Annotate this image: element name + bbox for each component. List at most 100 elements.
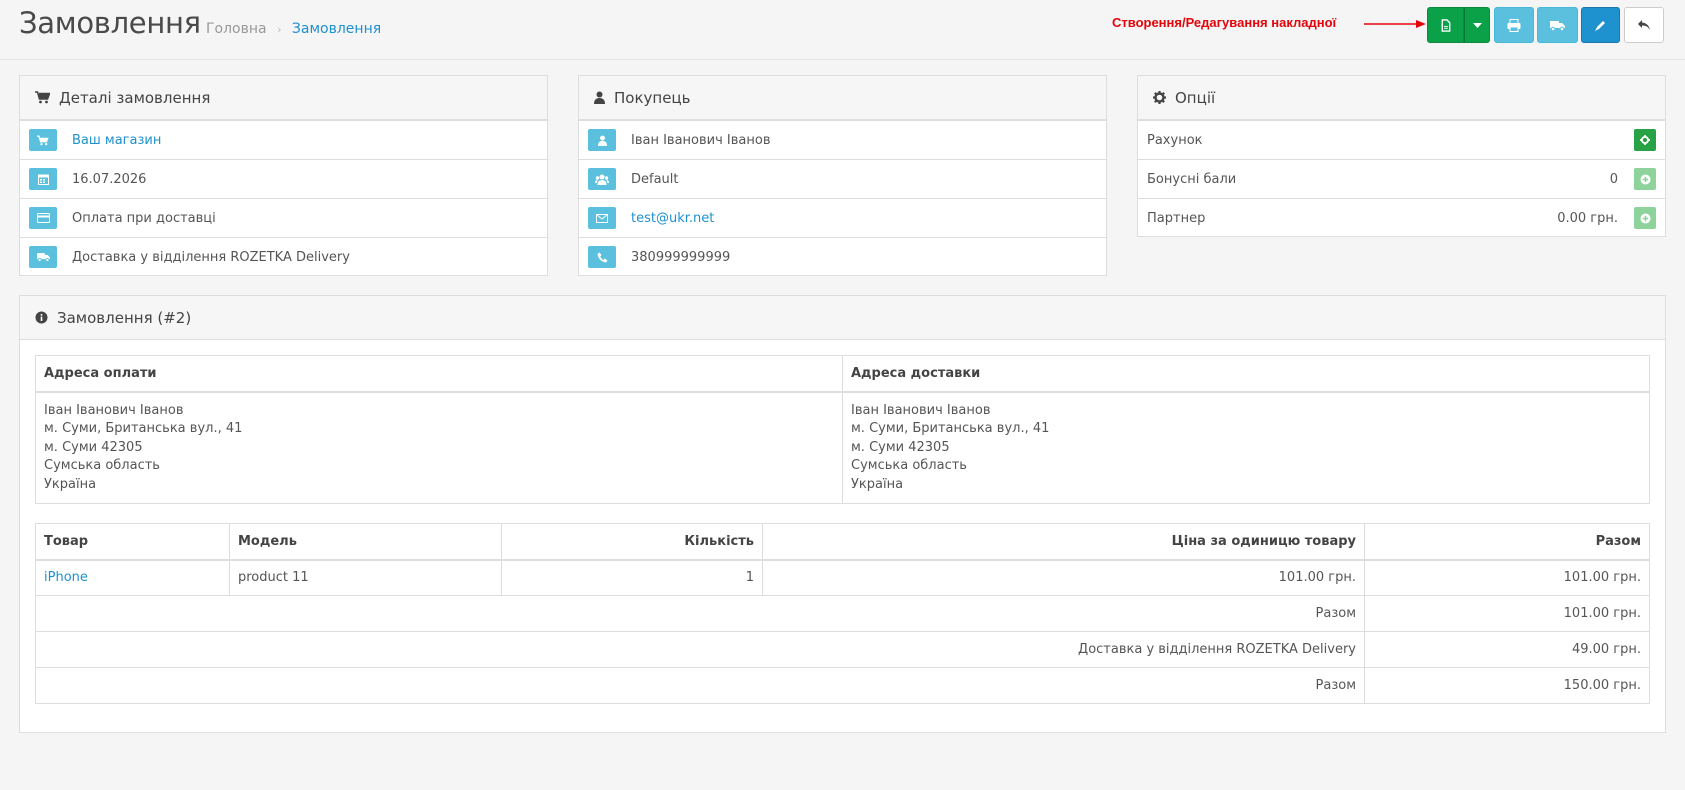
print-invoice-button[interactable]: [1494, 7, 1534, 43]
shipping-address-line: м. Суми 42305: [851, 439, 950, 455]
col-total: Разом: [1364, 523, 1650, 561]
breadcrumb-home[interactable]: Головна: [206, 21, 267, 37]
shipping-row: Доставка у відділення ROZETKA Delivery: [20, 237, 547, 276]
payment-address: Іван Іванович Іванов м. Суми, Британська…: [35, 391, 843, 504]
customer-title: Покупець: [614, 88, 691, 107]
customer-group-row: Default: [579, 159, 1106, 198]
reward-value: 0: [1609, 171, 1618, 187]
payment-address-line: Україна: [44, 476, 97, 492]
invoice-label: Рахунок: [1147, 132, 1203, 148]
payment-address-line: м. Суми 42305: [44, 439, 143, 455]
payment-address-line: Сумська область: [44, 458, 160, 473]
order-details-heading: Деталі замовлення: [20, 76, 547, 120]
reward-row: Бонусні бали 0: [1138, 159, 1665, 198]
total-title: Разом: [35, 667, 1365, 704]
order-body: Адреса оплати Адреса доставки Іван Івано…: [20, 340, 1665, 704]
annotation-label: Створення/Редагування накладної: [1112, 15, 1337, 30]
customer-name-row: Іван Іванович Іванов: [579, 120, 1106, 159]
phone-button[interactable]: [588, 246, 616, 268]
totals-row: Разом 101.00 грн.: [35, 595, 1650, 632]
options-title: Опції: [1175, 88, 1216, 107]
customer-group: Default: [631, 171, 679, 187]
breadcrumb-separator: ›: [277, 23, 282, 36]
store-link[interactable]: Ваш магазин: [72, 133, 161, 148]
phone-icon: [597, 252, 607, 262]
shipping-address-header: Адреса доставки: [842, 355, 1650, 393]
plus-circle-icon: [1640, 174, 1650, 184]
order-panel: Замовлення (#2) Адреса оплати Адреса дос…: [19, 295, 1666, 733]
payment-button[interactable]: [29, 207, 57, 229]
product-quantity: 1: [501, 559, 763, 596]
caret-down-icon: [1472, 22, 1482, 28]
customer-panel: Покупець Іван Іванович Іванов Default te…: [578, 75, 1107, 276]
print-shipping-button[interactable]: [1537, 7, 1578, 43]
generate-invoice-button[interactable]: [1634, 129, 1656, 151]
address-table: Адреса оплати Адреса доставки Іван Івано…: [35, 355, 1650, 504]
order-heading: Замовлення (#2): [20, 296, 1665, 340]
customer-heading: Покупець: [579, 76, 1106, 120]
date-button[interactable]: [29, 168, 57, 190]
col-model: Модель: [229, 523, 502, 561]
payment-address-header: Адреса оплати: [35, 355, 843, 393]
order-details-title: Деталі замовлення: [59, 88, 211, 107]
product-total: 101.00 грн.: [1364, 559, 1650, 596]
add-reward-button[interactable]: [1634, 168, 1656, 190]
print-icon: [1507, 18, 1521, 32]
invoice-button[interactable]: [1427, 7, 1464, 43]
customer-group-button[interactable]: [588, 168, 616, 190]
pencil-icon: [1595, 20, 1605, 31]
shipping-button[interactable]: [29, 246, 57, 268]
invoice-dropdown-toggle[interactable]: [1464, 7, 1490, 43]
shipping-method: Доставка у відділення ROZETKA Delivery: [72, 249, 350, 265]
col-product: Товар: [35, 523, 230, 561]
total-value: 49.00 грн.: [1364, 631, 1650, 668]
truck-icon: [36, 253, 50, 262]
totals-row: Доставка у відділення ROZETKA Delivery 4…: [35, 631, 1650, 668]
edit-button[interactable]: [1581, 7, 1620, 43]
date-row: 16.07.2026: [20, 159, 547, 198]
reward-label: Бонусні бали: [1147, 171, 1237, 187]
truck-icon: [1550, 20, 1565, 31]
shipping-address: Іван Іванович Іванов м. Суми, Британська…: [842, 391, 1650, 504]
info-icon: [35, 311, 48, 324]
gear-icon: [1153, 91, 1166, 104]
product-price: 101.00 грн.: [762, 559, 1365, 596]
gear-icon: [1640, 135, 1650, 145]
total-title: Доставка у відділення ROZETKA Delivery: [35, 631, 1365, 668]
breadcrumb: Головна › Замовлення: [206, 21, 381, 37]
product-link[interactable]: iPhone: [44, 570, 88, 585]
total-title: Разом: [35, 595, 1365, 632]
payment-address-line: м. Суми, Британська вул., 41: [44, 421, 243, 436]
product-model: product 11: [229, 559, 502, 596]
products-table: Товар Модель Кількість Ціна за одиницю т…: [35, 523, 1650, 704]
credit-card-icon: [36, 213, 50, 223]
breadcrumb-orders[interactable]: Замовлення: [292, 21, 381, 37]
col-quantity: Кількість: [501, 523, 763, 561]
customer-button[interactable]: [588, 129, 616, 151]
shipping-address-line: Україна: [851, 476, 904, 492]
customer-email-link[interactable]: test@ukr.net: [631, 211, 714, 226]
table-row: iPhone product 11 1 101.00 грн. 101.00 г…: [35, 559, 1650, 596]
customer-email-row: test@ukr.net: [579, 198, 1106, 237]
invoice-row: Рахунок: [1138, 120, 1665, 159]
payment-row: Оплата при доставці: [20, 198, 547, 237]
shipping-address-line: м. Суми, Британська вул., 41: [851, 421, 1050, 436]
total-value: 101.00 грн.: [1364, 595, 1650, 632]
reply-icon: [1638, 20, 1650, 30]
add-commission-button[interactable]: [1634, 207, 1656, 229]
store-button[interactable]: [29, 129, 57, 151]
back-button[interactable]: [1624, 7, 1664, 43]
email-button[interactable]: [588, 207, 616, 229]
affiliate-label: Партнер: [1147, 210, 1206, 226]
order-title: Замовлення (#2): [57, 308, 192, 327]
customer-name: Іван Іванович Іванов: [631, 132, 771, 148]
shipping-address-line: Іван Іванович Іванов: [851, 402, 991, 418]
user-icon: [594, 91, 605, 104]
calendar-icon: [37, 174, 49, 185]
col-unit-price: Ціна за одиницю товару: [762, 523, 1365, 561]
payment-address-line: Іван Іванович Іванов: [44, 402, 184, 418]
envelope-icon: [596, 213, 608, 223]
annotation-arrow-icon: [1364, 20, 1426, 28]
group-icon: [595, 174, 609, 185]
total-value: 150.00 грн.: [1364, 667, 1650, 704]
